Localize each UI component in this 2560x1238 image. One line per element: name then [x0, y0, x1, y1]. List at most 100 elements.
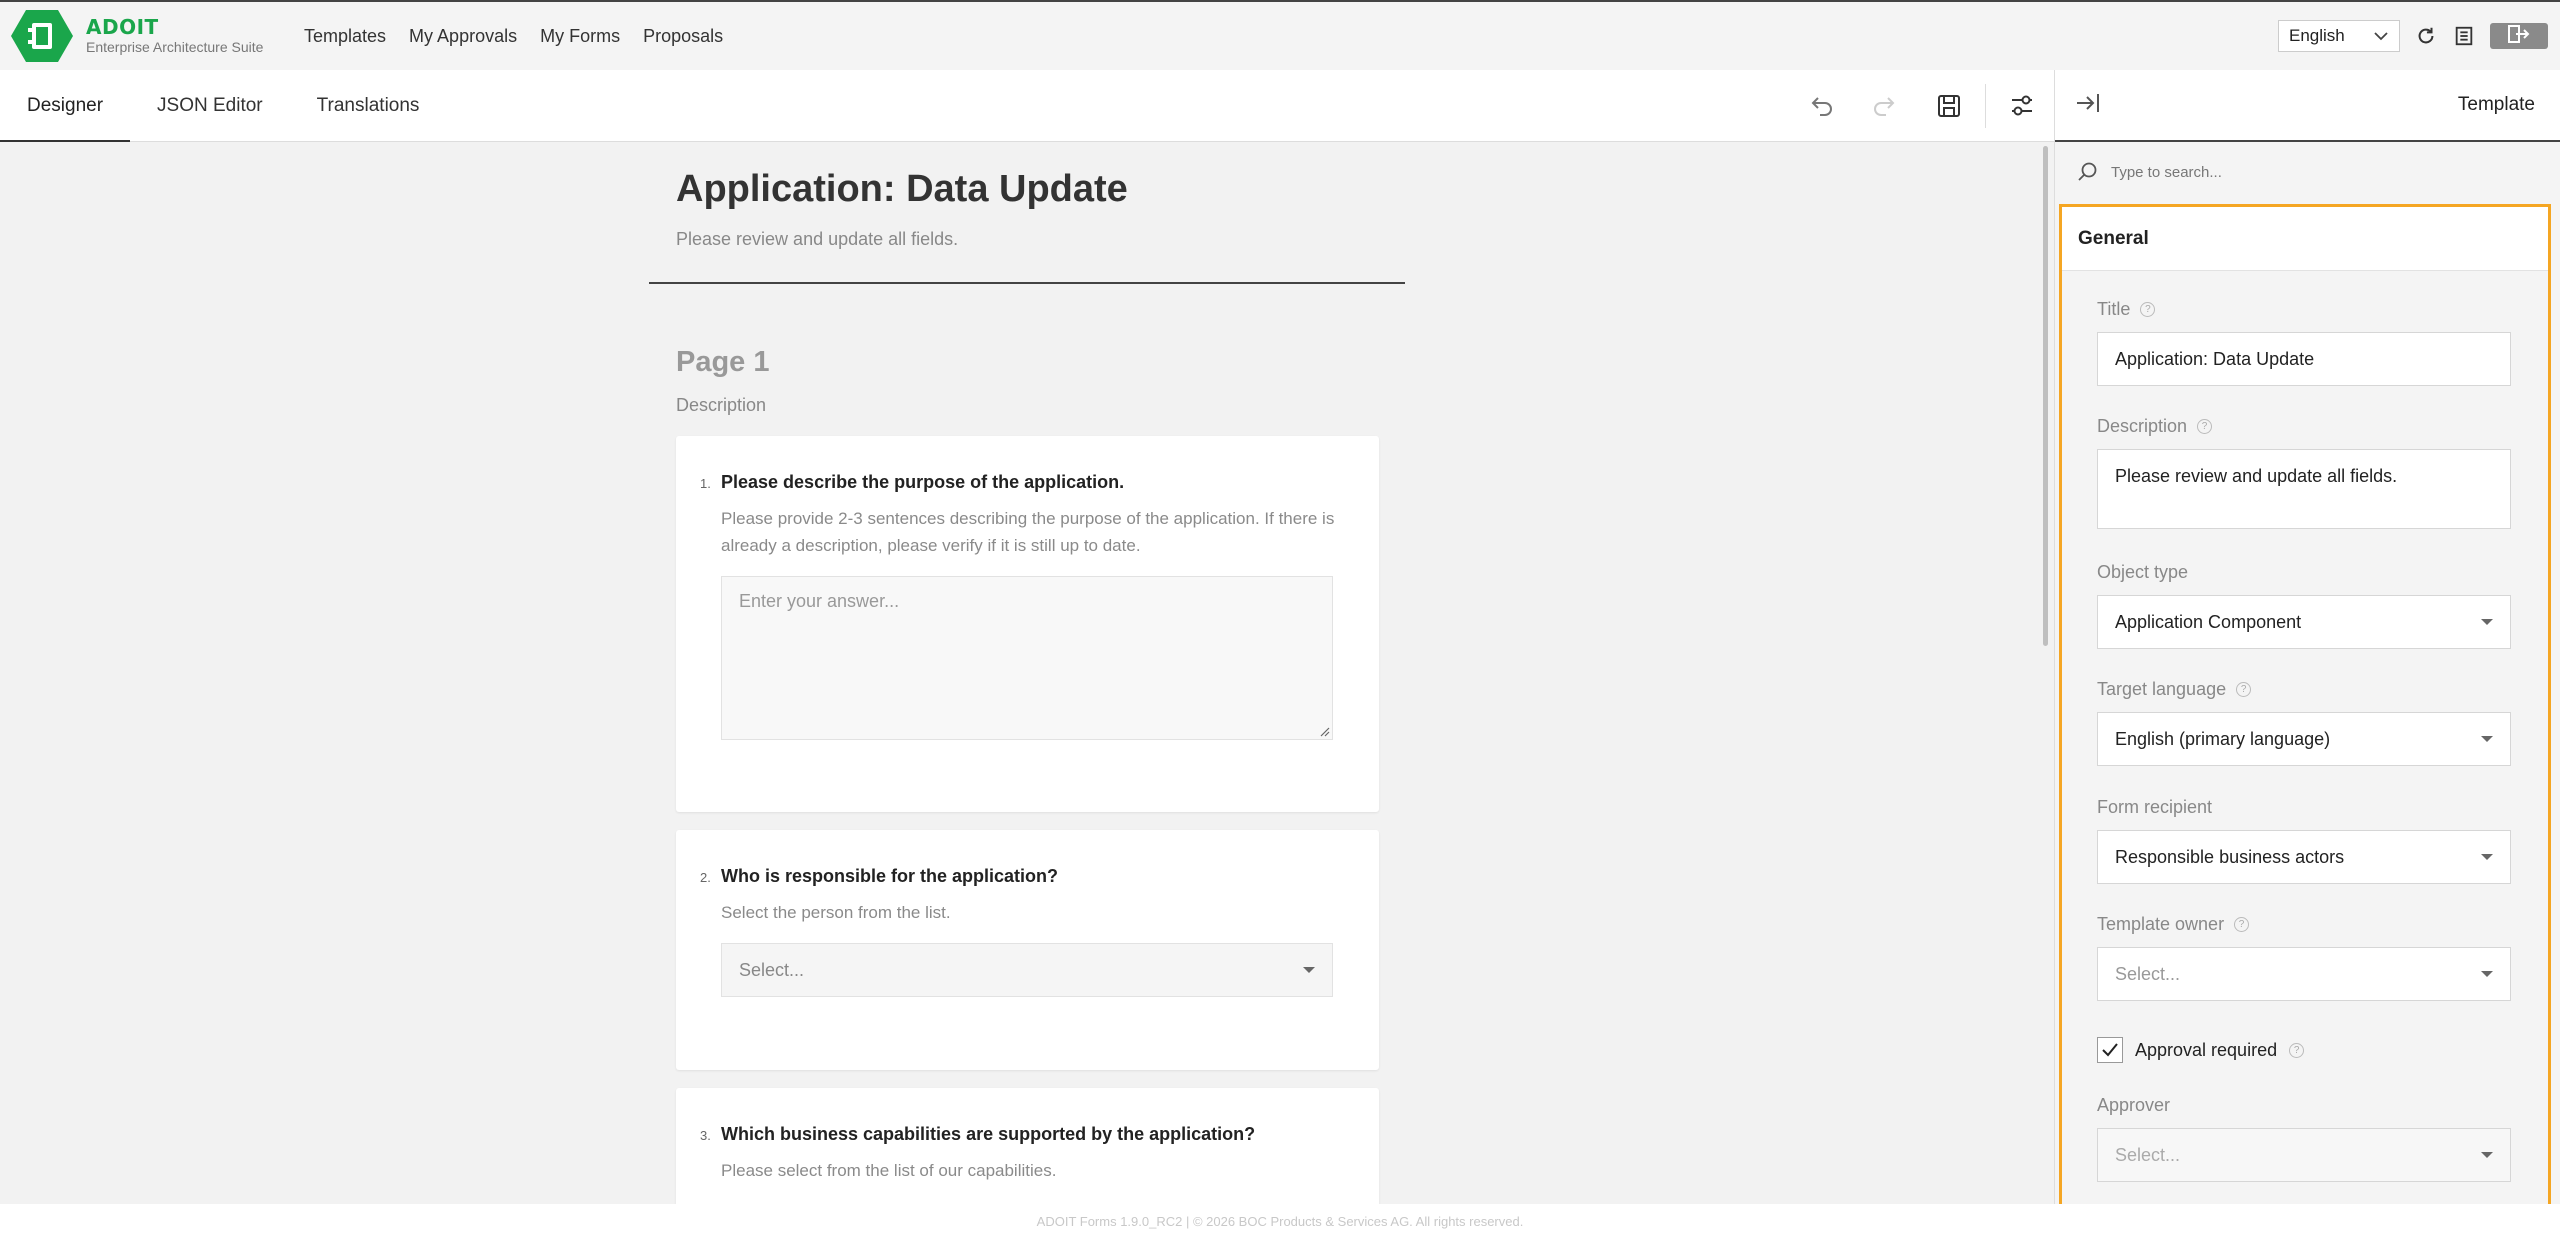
- select-value: Select...: [2115, 963, 2181, 984]
- caret-down-icon: [2481, 619, 2493, 625]
- question-title: Please describe the purpose of the appli…: [721, 472, 1125, 492]
- page-title[interactable]: Page 1: [676, 346, 1405, 379]
- answer-textarea[interactable]: Enter your answer...: [721, 576, 1333, 740]
- field-label: Form recipient: [2097, 797, 2213, 817]
- field-approval-required: Approval required ?: [2097, 1037, 2511, 1063]
- field-label: Approver: [2097, 1095, 2171, 1115]
- undo-icon: [1811, 97, 1832, 116]
- field-label: Description: [2097, 416, 2188, 436]
- language-select[interactable]: English: [2278, 20, 2400, 52]
- select-value: Responsible business actors: [2115, 846, 2345, 867]
- object-type-select[interactable]: Application Component: [2097, 595, 2511, 649]
- help-icon[interactable]: ?: [2234, 917, 2250, 932]
- field-template-owner: Template owner? Select...: [2097, 914, 2511, 1001]
- form-title[interactable]: Application: Data Update: [676, 168, 1405, 211]
- template-owner-select[interactable]: Select...: [2097, 947, 2511, 1001]
- field-title: Title? Application: Data Update: [2097, 299, 2511, 386]
- save-button[interactable]: [1917, 70, 1981, 142]
- brand-name: ADOIT: [86, 15, 159, 39]
- tab-json-editor[interactable]: JSON Editor: [130, 70, 290, 141]
- footer-text: ADOIT Forms 1.9.0_RC2 | © 2026 BOC Produ…: [1036, 1213, 1524, 1229]
- designer-tabs-bar: Designer JSON Editor Translations: [0, 70, 2054, 142]
- nav-item-proposals[interactable]: Proposals: [643, 26, 723, 47]
- field-description: Description? Please review and update al…: [2097, 416, 2511, 529]
- logout-button[interactable]: [2490, 23, 2548, 49]
- form-description[interactable]: Please review and update all fields.: [676, 229, 1405, 250]
- question-card-2[interactable]: 2. Who is responsible for the applicatio…: [676, 830, 1379, 1070]
- top-right-controls: English: [2278, 20, 2548, 52]
- document-list-icon[interactable]: [2452, 24, 2476, 48]
- field-label: Template owner: [2097, 914, 2225, 934]
- logo-hexagon-icon: [10, 8, 74, 64]
- tab-designer[interactable]: Designer: [0, 70, 131, 142]
- select-value: English (primary language): [2115, 728, 2331, 749]
- search-placeholder: Type to search...: [2111, 163, 2222, 181]
- caret-down-icon: [2481, 1152, 2493, 1158]
- help-icon[interactable]: ?: [2197, 419, 2213, 434]
- nav-item-templates[interactable]: Templates: [304, 26, 386, 47]
- nav-item-my-approvals[interactable]: My Approvals: [409, 26, 517, 47]
- description-textarea[interactable]: Please review and update all fields.: [2097, 449, 2511, 529]
- save-icon: [1938, 95, 1960, 117]
- language-value: English: [2289, 26, 2345, 45]
- select-value: Application Component: [2115, 611, 2302, 632]
- canvas-scrollbar[interactable]: [2043, 146, 2048, 646]
- redo-button[interactable]: [1853, 70, 1917, 142]
- form-header-divider: [649, 282, 1405, 284]
- checkbox-label: Approval required: [2135, 1039, 2278, 1060]
- caret-down-icon: [2481, 736, 2493, 742]
- title-input[interactable]: Application: Data Update: [2097, 332, 2511, 386]
- field-approver: Approver Select...: [2097, 1095, 2511, 1182]
- property-search[interactable]: Type to search...: [2055, 142, 2560, 202]
- checkmark-icon: [2102, 1043, 2118, 1057]
- top-navigation: ADOIT Enterprise Architecture Suite Temp…: [0, 0, 2560, 70]
- help-icon[interactable]: ?: [2289, 1042, 2305, 1058]
- properties-panel-header: Template: [2055, 70, 2560, 142]
- help-icon[interactable]: ?: [2236, 682, 2252, 697]
- approver-select[interactable]: Select...: [2097, 1128, 2511, 1182]
- collapse-panel-icon[interactable]: [2075, 91, 2103, 120]
- form-recipient-select[interactable]: Responsible business actors: [2097, 830, 2511, 884]
- target-language-select[interactable]: English (primary language): [2097, 712, 2511, 766]
- designer-canvas: Application: Data Update Please review a…: [0, 142, 2054, 1204]
- field-label: Target language: [2097, 679, 2227, 699]
- search-icon: [2078, 162, 2097, 181]
- responsible-person-select[interactable]: Select...: [721, 943, 1333, 997]
- select-placeholder: Select...: [739, 959, 805, 980]
- caret-down-icon: [2481, 854, 2493, 860]
- caret-down-icon: [2481, 971, 2493, 977]
- main-nav: Templates My Approvals My Forms Proposal…: [304, 26, 723, 47]
- question-card-3[interactable]: 3. Which business capabilities are suppo…: [676, 1088, 1379, 1204]
- general-section: General Title? Application: Data Update …: [2059, 204, 2551, 1204]
- settings-button[interactable]: [1990, 70, 2054, 142]
- question-card-1[interactable]: 1. Please describe the purpose of the ap…: [676, 436, 1379, 812]
- undo-button[interactable]: [1789, 70, 1853, 142]
- field-object-type: Object type Application Component: [2097, 562, 2511, 649]
- page-description[interactable]: Description: [676, 395, 1405, 416]
- section-header-general[interactable]: General: [2062, 207, 2548, 271]
- footer: ADOIT Forms 1.9.0_RC2 | © 2026 BOC Produ…: [0, 1204, 2560, 1238]
- app-root: ADOIT Enterprise Architecture Suite Temp…: [0, 0, 2560, 1238]
- question-number: 2.: [700, 870, 711, 885]
- question-number: 3.: [700, 1128, 711, 1143]
- question-number: 1.: [700, 476, 711, 491]
- approval-required-checkbox[interactable]: [2097, 1037, 2123, 1063]
- logo[interactable]: ADOIT Enterprise Architecture Suite: [10, 8, 290, 64]
- nav-item-my-forms[interactable]: My Forms: [540, 26, 620, 47]
- field-target-language: Target language? English (primary langua…: [2097, 679, 2511, 766]
- resize-handle-icon: [1320, 727, 1330, 737]
- chevron-down-icon: [2373, 26, 2389, 46]
- question-title: Which business capabilities are supporte…: [721, 1124, 1256, 1144]
- panel-title: Template: [2457, 94, 2535, 115]
- refresh-icon[interactable]: [2414, 24, 2438, 48]
- field-label: Title: [2097, 299, 2131, 319]
- help-icon[interactable]: ?: [2140, 302, 2156, 317]
- field-label: Object type: [2097, 562, 2189, 582]
- question-title: Who is responsible for the application?: [721, 866, 1059, 886]
- form-preview: Application: Data Update Please review a…: [649, 142, 1405, 1204]
- tab-translations[interactable]: Translations: [290, 70, 447, 141]
- question-description: Please provide 2-3 sentences describing …: [721, 509, 1335, 555]
- select-value: Select...: [2115, 1144, 2181, 1165]
- brand-subtitle: Enterprise Architecture Suite: [86, 39, 264, 55]
- redo-icon: [1874, 97, 1895, 116]
